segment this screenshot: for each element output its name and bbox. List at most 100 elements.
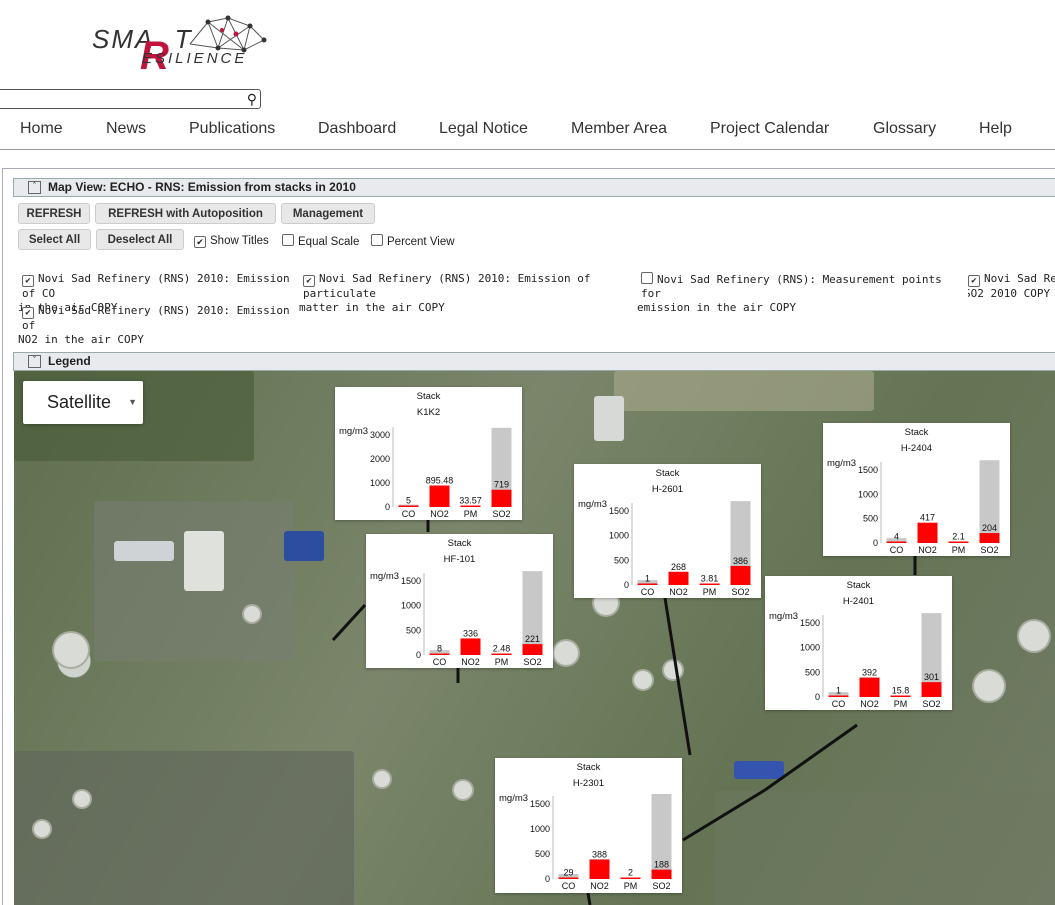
checkbox-empty-icon[interactable] (282, 234, 294, 246)
nav-legal-notice[interactable]: Legal Notice (439, 120, 528, 138)
x-tick-label: NO2 (669, 587, 688, 597)
x-tick-label: SO2 (652, 881, 670, 891)
y-tick-label: 1500 (609, 506, 629, 516)
checkbox-checked-icon[interactable]: ✔ (22, 307, 34, 319)
x-tick-label: SO2 (980, 545, 998, 555)
deselect-all-button[interactable]: Deselect All (96, 229, 184, 250)
map-tank (1019, 621, 1049, 651)
nav-dashboard[interactable]: Dashboard (318, 120, 396, 138)
data-label: 188 (654, 860, 669, 870)
y-tick-label: 0 (416, 650, 421, 660)
nav-news[interactable]: News (106, 120, 146, 138)
x-tick-label: SO2 (731, 587, 749, 597)
x-tick-label: CO (832, 699, 846, 709)
map-building (284, 531, 324, 561)
search-icon[interactable]: ⚲ (247, 91, 257, 108)
map-type-selector[interactable]: Satellite ▼ (23, 381, 143, 424)
value-bar (637, 583, 658, 585)
y-tick-label: 0 (624, 580, 629, 590)
nav-glossary[interactable]: Glossary (873, 120, 936, 138)
nav-home[interactable]: Home (20, 120, 63, 138)
layer-item[interactable]: ✔Novi Sad RefSO2 2010 COPY (968, 272, 1055, 301)
value-bar (398, 505, 419, 507)
data-label: 33.57 (459, 496, 482, 506)
stack-popup-h-2601[interactable]: Stack H-2601 mg/m3 0 500 1000 1500 1 CO 268 NO2… (574, 464, 761, 598)
value-bar (859, 677, 880, 697)
value-bar (460, 638, 481, 655)
map-view-header[interactable]: ˆ Map View: ECHO - RNS: Emission from st… (13, 178, 1055, 197)
data-label: 5 (406, 496, 411, 506)
collapse-icon[interactable]: ˆ (28, 181, 41, 194)
y-tick-label: 500 (535, 849, 550, 859)
checkbox-checked-icon[interactable]: ✔ (22, 275, 34, 287)
site-logo[interactable]: SMART R ESILIENCE (92, 12, 272, 78)
x-tick-label: PM (703, 587, 717, 597)
network-logo-icon (189, 15, 267, 53)
refresh-button[interactable]: REFRESH (18, 203, 90, 224)
map-tank (554, 641, 578, 665)
bar-chart: 0 1000 2000 3000 5 CO 895.48 NO2 33.57 PM 719 SO2 (370, 427, 512, 519)
value-bar (730, 565, 751, 585)
nav-publications[interactable]: Publications (189, 120, 275, 138)
y-tick-label: 1000 (609, 531, 629, 541)
percent-view-checkbox[interactable]: Percent View (371, 234, 455, 249)
stack-popup-k1k2[interactable]: Stack K1K2 mg/m3 0 1000 2000 3000 5 CO 895.48 N… (335, 387, 522, 520)
stack-popup-h-2401[interactable]: Stack H-2401 mg/m3 0 500 1000 1500 1 CO 392 NO2… (765, 576, 952, 710)
map-building (734, 761, 784, 779)
data-label: 15.8 (892, 686, 910, 696)
y-tick-label: 500 (805, 667, 820, 677)
x-tick-label: CO (402, 509, 416, 519)
y-tick-label: 500 (614, 555, 629, 565)
refresh-autoposition-button[interactable]: REFRESH with Autoposition (95, 203, 276, 224)
nav-member-area[interactable]: Member Area (571, 120, 667, 138)
data-label: 388 (592, 850, 607, 860)
data-label: 4 (894, 532, 899, 542)
map-tank (664, 661, 682, 679)
data-label: 268 (671, 562, 686, 572)
search-input[interactable]: ⚲ (0, 89, 261, 109)
layer-item[interactable]: Novi Sad Refinery (RNS): Measurement poi… (637, 272, 951, 315)
data-label: 8 (437, 644, 442, 654)
nav-project-calendar[interactable]: Project Calendar (710, 120, 829, 138)
bar-chart: 0 500 1000 1500 1 CO 392 NO2 15.8 PM 301 SO2 (800, 613, 942, 709)
layer-item[interactable]: ✔ Novi Sad Refinery (RNS) 2010: Emission … (18, 304, 307, 347)
select-all-button[interactable]: Select All (18, 229, 91, 250)
layer-item[interactable]: ✔ Novi Sad Refinery (RNS) 2010: Emission … (299, 272, 633, 315)
x-tick-label: NO2 (860, 699, 879, 709)
checkbox-checked-icon[interactable]: ✔ (194, 236, 206, 248)
value-bar (429, 485, 450, 507)
value-bar (886, 541, 907, 543)
checkbox-checked-icon[interactable]: ✔ (968, 275, 980, 287)
bar-chart: 0 500 1000 1500 29 CO 388 NO2 2 PM 188 SO2 (530, 794, 672, 891)
equal-scale-checkbox[interactable]: Equal Scale (282, 234, 359, 249)
data-label: 1 (645, 574, 650, 584)
management-button[interactable]: Management (281, 203, 375, 224)
y-tick-label: 1500 (530, 799, 550, 809)
stack-popup-h-2301[interactable]: Stack H-2301 mg/m3 0 500 1000 1500 29 CO 388 NO… (495, 758, 682, 893)
show-titles-checkbox[interactable]: ✔ Show Titles (194, 234, 269, 248)
checkbox-empty-icon[interactable] (641, 272, 653, 284)
checkbox-empty-icon[interactable] (371, 234, 383, 246)
dropdown-arrow-icon[interactable]: ▼ (128, 381, 137, 424)
value-bar (558, 877, 579, 879)
stack-popup-hf-101[interactable]: Stack HF-101 mg/m3 0 500 1000 1500 8 CO 336 NO2… (366, 534, 553, 668)
x-tick-label: PM (952, 545, 966, 555)
y-tick-label: 0 (385, 502, 390, 512)
legend-header[interactable]: ˇ Legend (13, 352, 1055, 371)
y-tick-label: 1000 (858, 489, 878, 499)
y-tick-label: 1500 (800, 618, 820, 628)
expand-icon[interactable]: ˇ (28, 355, 41, 368)
map-tank (244, 606, 260, 622)
data-label: 204 (982, 523, 997, 533)
value-bar (917, 522, 938, 543)
nav-help[interactable]: Help (979, 120, 1012, 138)
value-bar (828, 695, 849, 697)
stack-popup-h-2404[interactable]: Stack H-2404 mg/m3 0 500 1000 1500 4 CO 417 NO2… (823, 423, 1010, 556)
bar-chart: 0 500 1000 1500 1 CO 268 NO2 3.81 PM 386 SO2 (609, 501, 751, 597)
data-label: 29 (563, 868, 573, 878)
value-bar (979, 533, 1000, 543)
data-label: 417 (920, 513, 935, 523)
checkbox-checked-icon[interactable]: ✔ (303, 275, 315, 287)
data-label: 386 (733, 556, 748, 566)
map-tank (54, 633, 88, 667)
